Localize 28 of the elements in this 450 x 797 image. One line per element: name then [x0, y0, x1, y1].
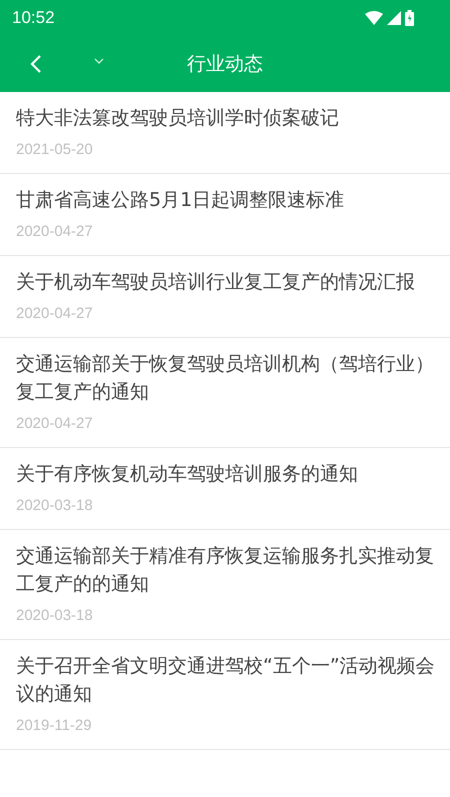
article-date: 2020-03-18: [16, 606, 93, 626]
article-title: 关于召开全省文明交通进驾校“五个一”活动视频会议的通知: [16, 654, 436, 707]
article-title: 关于机动车驾驶员培训行业复工复产的情况汇报: [16, 270, 415, 295]
caret-icon[interactable]: [94, 58, 104, 64]
article-date: 2020-03-18: [16, 496, 93, 516]
article-item[interactable]: 甘肃省高速公路5月1日起调整限速标准 2020-04-27: [0, 174, 450, 256]
article-title: 交通运输部关于恢复驾驶员培训机构（驾培行业）复工复产的通知: [16, 352, 435, 405]
signal-icon: [387, 10, 401, 24]
article-date: 2019-11-29: [16, 716, 92, 736]
article-title: 甘肃省高速公路5月1日起调整限速标准: [16, 188, 344, 213]
article-item[interactable]: 关于召开全省文明交通进驾校“五个一”活动视频会议的通知 2019-11-29: [0, 640, 450, 750]
status-time: 10:52: [12, 8, 55, 28]
article-date: 2020-04-27: [16, 304, 93, 324]
article-title: 交通运输部关于精准有序恢复运输服务扎实推动复工复产的的通知: [16, 544, 435, 597]
article-date: 2020-04-27: [16, 222, 93, 242]
page-title: 行业动态: [187, 52, 263, 76]
article-title: 关于有序恢复机动车驾驶培训服务的通知: [16, 462, 358, 487]
article-item[interactable]: 交通运输部关于恢复驾驶员培训机构（驾培行业）复工复产的通知 2020-04-27: [0, 338, 450, 448]
article-date: 2020-04-27: [16, 414, 93, 434]
article-date: 2021-05-20: [16, 140, 93, 160]
back-icon[interactable]: [30, 54, 42, 74]
battery-icon: [405, 10, 414, 26]
article-item[interactable]: 交通运输部关于精准有序恢复运输服务扎实推动复工复产的的通知 2020-03-18: [0, 530, 450, 640]
article-title: 特大非法篡改驾驶员培训学时侦案破记: [16, 106, 339, 131]
article-item[interactable]: 关于有序恢复机动车驾驶培训服务的通知 2020-03-18: [0, 448, 450, 530]
article-item[interactable]: 关于机动车驾驶员培训行业复工复产的情况汇报 2020-04-27: [0, 256, 450, 338]
wifi-icon: [365, 10, 383, 24]
article-item[interactable]: 特大非法篡改驾驶员培训学时侦案破记 2021-05-20: [0, 92, 450, 174]
